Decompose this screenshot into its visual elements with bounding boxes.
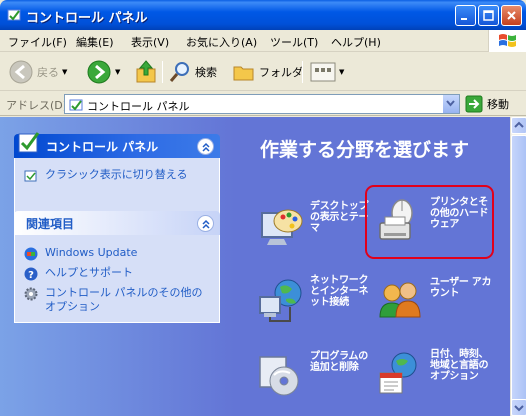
windows-update-label: Windows Update bbox=[45, 246, 138, 259]
views-grid-icon bbox=[310, 62, 336, 82]
main-title: 作業する分野を選びます bbox=[260, 139, 470, 161]
up-folder-icon bbox=[136, 60, 156, 83]
back-button[interactable]: 戻る ▼ bbox=[8, 57, 67, 87]
menu-tools[interactable]: ツール(T) bbox=[270, 34, 318, 50]
see-also-panel: 関連項目 Windows Update ? ヘルプとサポート コントロール パネ… bbox=[14, 211, 220, 323]
category-label: ユーザー アカウント bbox=[430, 277, 492, 299]
control-panel-panel-title: コントロール パネル bbox=[46, 139, 159, 154]
maximize-button[interactable] bbox=[478, 5, 499, 26]
network-globe-icon bbox=[259, 279, 302, 322]
category-label: ネットワークとインターネット接続 bbox=[310, 275, 369, 308]
category-user-accounts[interactable]: ユーザー アカウント bbox=[376, 277, 496, 341]
scroll-down-button[interactable] bbox=[511, 399, 526, 416]
control-panel-icon bbox=[18, 132, 40, 153]
windows-flag-icon bbox=[499, 34, 516, 47]
category-appearance-themes[interactable]: デスクトップの表示とテーマ bbox=[256, 201, 376, 265]
back-arrow-icon bbox=[9, 60, 33, 84]
help-support-label: ヘルプとサポート bbox=[45, 266, 133, 279]
other-options-label: コントロール パネルのその他のオプション bbox=[45, 286, 203, 313]
chevron-down-icon bbox=[514, 405, 524, 412]
gear-icon bbox=[24, 287, 38, 301]
selection-highlight bbox=[365, 185, 494, 259]
menu-edit[interactable]: 編集(E) bbox=[76, 34, 114, 50]
vertical-scrollbar[interactable] bbox=[510, 117, 526, 416]
chevron-down-icon[interactable]: ▼ bbox=[115, 68, 120, 76]
category-network-internet[interactable]: ネットワークとインターネット接続 bbox=[256, 275, 376, 339]
task-pane: コントロール パネル クラシック表示に切り替える 関連項目 Windows Up… bbox=[0, 117, 234, 416]
folder-icon bbox=[233, 66, 254, 81]
search-button[interactable]: 検索 bbox=[168, 57, 217, 87]
address-dropdown-button[interactable] bbox=[442, 95, 459, 113]
users-icon bbox=[379, 282, 421, 318]
maximize-icon bbox=[483, 10, 494, 21]
collapse-button[interactable] bbox=[197, 138, 214, 155]
windows-logo bbox=[488, 30, 526, 52]
views-button[interactable]: ▼ bbox=[310, 57, 344, 87]
scroll-thumb[interactable] bbox=[511, 135, 526, 405]
control-panel-icon bbox=[69, 99, 83, 111]
title-bar[interactable]: コントロール パネル bbox=[0, 0, 526, 30]
back-label: 戻る bbox=[37, 66, 59, 79]
menu-file[interactable]: ファイル(F) bbox=[8, 34, 67, 50]
help-support-link[interactable]: ? ヘルプとサポート bbox=[23, 266, 133, 282]
see-also-title: 関連項目 bbox=[26, 216, 75, 231]
chevron-down-icon[interactable]: ▼ bbox=[339, 68, 344, 76]
desktop-themes-icon bbox=[261, 209, 303, 245]
category-label: 日付、時刻、地域と言語のオプション bbox=[430, 349, 489, 382]
programs-cd-icon bbox=[259, 356, 299, 396]
close-icon bbox=[507, 11, 516, 20]
forward-button[interactable]: ▼ bbox=[86, 57, 120, 87]
category-label: プログラムの追加と削除 bbox=[310, 351, 368, 373]
chevron-down-icon[interactable]: ▼ bbox=[62, 68, 67, 76]
help-icon: ? bbox=[24, 267, 38, 281]
go-label: 移動 bbox=[487, 98, 509, 111]
address-input[interactable]: コントロール パネル bbox=[64, 94, 460, 114]
address-label: アドレス(D) bbox=[6, 99, 68, 112]
search-icon bbox=[169, 62, 189, 82]
window-title: コントロール パネル bbox=[26, 11, 148, 26]
category-date-time-language[interactable]: 日付、時刻、地域と言語のオプション bbox=[376, 349, 496, 413]
clock-globe-icon bbox=[379, 352, 417, 394]
menu-help[interactable]: ヘルプ(H) bbox=[331, 34, 381, 50]
scroll-up-button[interactable] bbox=[511, 117, 526, 134]
switch-classic-view-link[interactable]: クラシック表示に切り替える bbox=[23, 168, 187, 184]
search-label: 検索 bbox=[195, 66, 217, 79]
menu-view[interactable]: 表示(V) bbox=[131, 34, 169, 50]
svg-text:?: ? bbox=[28, 270, 34, 281]
go-arrow-icon bbox=[465, 95, 483, 113]
address-bar: アドレス(D) コントロール パネル 移動 bbox=[0, 92, 526, 116]
windows-update-icon bbox=[24, 247, 38, 261]
up-folder-button[interactable] bbox=[134, 57, 158, 87]
collapse-button[interactable] bbox=[197, 215, 214, 232]
close-button[interactable] bbox=[501, 5, 522, 26]
control-panel-panel-header[interactable]: コントロール パネル bbox=[14, 132, 220, 158]
folders-button[interactable]: フォルダ bbox=[232, 57, 303, 87]
see-also-panel-header[interactable]: 関連項目 bbox=[14, 211, 220, 235]
toolbar: 戻る ▼ ▼ 検索 フォルダ ▼ bbox=[0, 53, 526, 91]
chevron-up-double-icon bbox=[201, 142, 210, 152]
windows-update-link[interactable]: Windows Update bbox=[23, 246, 137, 262]
category-add-remove-programs[interactable]: プログラムの追加と削除 bbox=[256, 351, 376, 415]
switch-classic-view-label: クラシック表示に切り替える bbox=[45, 168, 188, 181]
chevron-down-icon bbox=[446, 100, 455, 107]
minimize-icon bbox=[461, 18, 467, 20]
menu-favorites[interactable]: お気に入り(A) bbox=[186, 34, 257, 50]
menu-bar: ファイル(F) 編集(E) 表示(V) お気に入り(A) ツール(T) ヘルプ(… bbox=[0, 30, 526, 52]
chevron-up-double-icon bbox=[201, 219, 210, 229]
control-panel-icon bbox=[7, 9, 21, 21]
other-options-link[interactable]: コントロール パネルのその他のオプション bbox=[23, 286, 213, 314]
classic-view-icon bbox=[24, 170, 37, 182]
go-button[interactable]: 移動 bbox=[465, 95, 509, 113]
folders-label: フォルダ bbox=[259, 66, 303, 79]
address-value: コントロール パネル bbox=[87, 100, 190, 113]
minimize-button[interactable] bbox=[455, 5, 476, 26]
chevron-up-icon bbox=[514, 121, 524, 128]
forward-arrow-icon bbox=[87, 60, 111, 84]
main-content: 作業する分野を選びます デスクトップの表示とテーマ プリンタとその他のハードウェ… bbox=[234, 117, 510, 416]
